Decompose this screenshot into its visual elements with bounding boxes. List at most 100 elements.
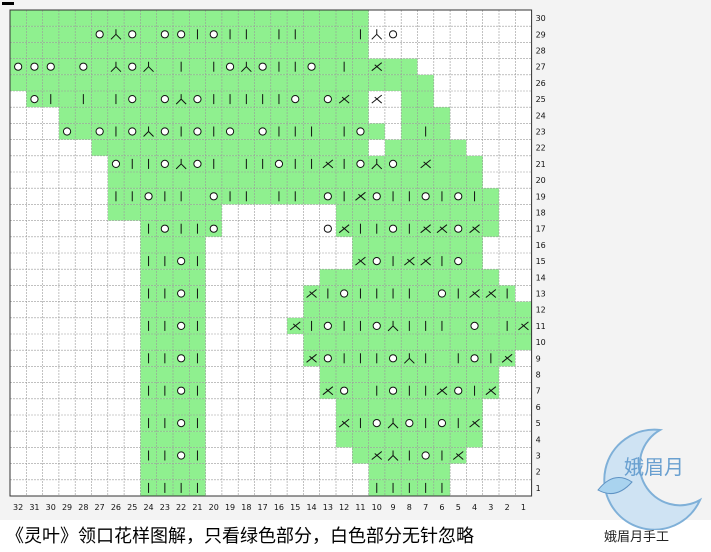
yarn-over-symbol [14, 62, 23, 71]
row-number-label: 21 [536, 160, 546, 169]
yarn-over-symbol [291, 95, 300, 104]
row-number-label: 6 [536, 403, 541, 412]
yarn-over-symbol [323, 321, 332, 330]
column-number-label: 11 [355, 503, 365, 512]
column-number-label: 31 [29, 503, 39, 512]
column-number-label: 29 [62, 503, 72, 512]
yarn-over-symbol [128, 62, 137, 71]
watermark-logo: 娥眉月 [597, 428, 703, 530]
row-number-label: 16 [536, 241, 546, 250]
green-stitch-band [107, 204, 222, 221]
column-number-label: 2 [505, 503, 510, 512]
column-number-label: 21 [192, 503, 202, 512]
green-stitch-band [319, 269, 499, 286]
row-number-label: 26 [536, 79, 546, 88]
yarn-over-symbol [454, 257, 463, 266]
column-number-label: 24 [143, 503, 153, 512]
yarn-over-symbol [340, 386, 349, 395]
column-number-label: 3 [488, 503, 493, 512]
row-number-label: 2 [536, 468, 541, 477]
chart-caption: 《灵叶》领口花样图解，只看绿色部分，白色部分无针忽略 [6, 526, 474, 547]
green-stitch-band [319, 366, 499, 383]
yarn-over-symbol [454, 192, 463, 201]
green-stitch-band [336, 398, 483, 415]
row-number-label: 23 [536, 128, 546, 137]
yarn-over-symbol [160, 127, 169, 136]
row-number-label: 27 [536, 63, 546, 72]
yarn-over-symbol [30, 62, 39, 71]
yarn-over-symbol [323, 224, 332, 233]
yarn-over-symbol [144, 192, 153, 201]
yarn-over-symbol [421, 451, 430, 460]
row-number-label: 29 [536, 30, 546, 39]
column-number-label: 9 [391, 503, 396, 512]
yarn-over-symbol [323, 354, 332, 363]
green-stitch-band [336, 431, 483, 448]
row-number-label: 28 [536, 47, 546, 56]
column-number-label: 32 [13, 503, 23, 512]
column-number-label: 5 [456, 503, 461, 512]
column-number-label: 19 [225, 503, 235, 512]
column-number-label: 22 [176, 503, 186, 512]
row-number-label: 13 [536, 290, 546, 299]
yarn-over-symbol [356, 127, 365, 136]
row-number-label: 17 [536, 225, 546, 234]
row-number-label: 1 [536, 484, 541, 493]
yarn-over-symbol [160, 30, 169, 39]
column-number-label: 23 [160, 503, 170, 512]
row-number-label: 19 [536, 192, 546, 201]
yarn-over-symbol [111, 159, 121, 168]
watermark-account-name: 娥眉月手工 [604, 530, 670, 545]
yarn-over-symbol [95, 127, 104, 136]
yarn-over-symbol [193, 95, 202, 104]
yarn-over-symbol [388, 386, 398, 395]
yarn-over-symbol [372, 419, 381, 428]
yarn-over-symbol [193, 127, 202, 136]
row-number-label: 30 [536, 14, 546, 23]
yarn-over-symbol [470, 354, 479, 363]
yarn-over-symbol [388, 354, 398, 363]
green-stitch-band [384, 139, 467, 156]
row-number-label: 24 [536, 111, 546, 120]
yarn-over-symbol [388, 224, 398, 233]
yarn-over-symbol [95, 30, 104, 39]
yarn-over-symbol [30, 95, 39, 104]
green-stitch-band [401, 107, 451, 124]
column-number-label: 18 [241, 503, 251, 512]
column-number-label: 25 [127, 503, 137, 512]
yarn-over-symbol [372, 257, 381, 266]
row-number-label: 14 [536, 273, 546, 282]
column-number-label: 26 [111, 503, 121, 512]
row-number-label: 9 [536, 354, 541, 363]
yarn-over-symbol [454, 386, 463, 395]
yarn-over-symbol [307, 62, 316, 71]
yarn-over-symbol [372, 321, 381, 330]
row-number-label: 18 [536, 209, 546, 218]
yarn-over-symbol [225, 127, 235, 136]
yarn-over-symbol [258, 127, 267, 136]
yarn-over-symbol [372, 192, 381, 201]
row-number-label: 20 [536, 176, 546, 185]
yarn-over-symbol [209, 30, 218, 39]
row-number-label: 8 [536, 371, 541, 380]
column-number-label: 1 [521, 503, 526, 512]
yarn-over-symbol [323, 95, 332, 104]
column-number-label: 13 [323, 503, 333, 512]
column-number-label: 27 [95, 503, 105, 512]
green-stitch-band [58, 107, 369, 124]
column-number-label: 20 [209, 503, 219, 512]
yarn-over-symbol [177, 354, 186, 363]
yarn-over-symbol [225, 62, 235, 71]
green-stitch-band [91, 139, 369, 156]
column-number-label: 12 [339, 503, 349, 512]
column-number-label: 28 [78, 503, 88, 512]
yarn-over-symbol [177, 321, 186, 330]
yarn-over-symbol [388, 159, 398, 168]
column-number-label: 17 [258, 503, 268, 512]
column-number-label: 30 [46, 503, 56, 512]
yarn-over-symbol [209, 224, 218, 233]
yarn-over-symbol [340, 289, 349, 298]
yarn-over-symbol [454, 224, 463, 233]
green-stitch-band [368, 463, 451, 480]
column-number-label: 15 [290, 503, 300, 512]
